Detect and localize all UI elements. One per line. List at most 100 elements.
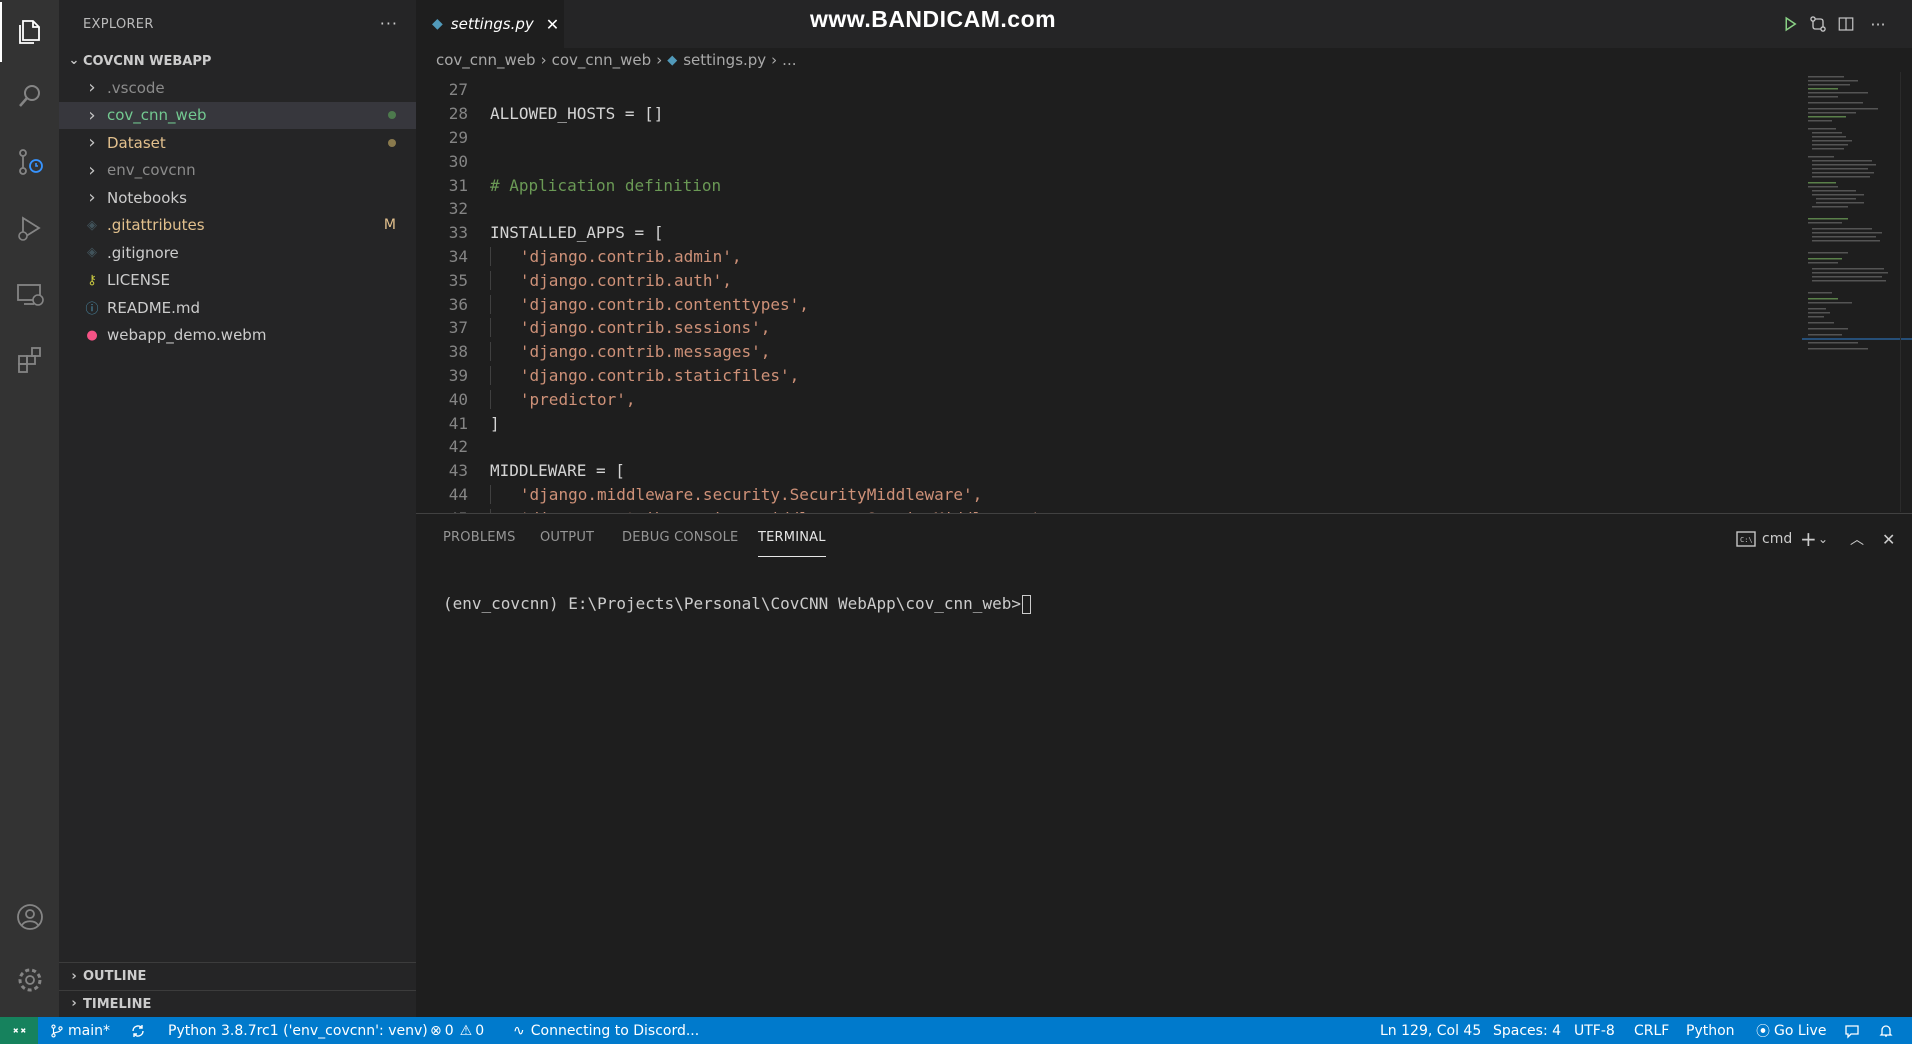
cursor-position[interactable]: Ln 129, Col 45 [1380, 1017, 1481, 1044]
terminal-name: cmd [1762, 531, 1793, 547]
vertical-scrollbar[interactable] [1900, 72, 1912, 512]
more-actions-icon[interactable]: ··· [1866, 12, 1890, 36]
error-count: 0 [444, 1022, 454, 1039]
feedback-icon[interactable] [1844, 1017, 1860, 1044]
line-number: 43 [448, 461, 468, 481]
split-editor-icon[interactable] [1834, 12, 1858, 36]
new-terminal-icon[interactable]: + [1800, 527, 1817, 551]
error-icon: ⊗ [430, 1022, 442, 1039]
tree-file[interactable]: ⓘ README.md [59, 294, 416, 322]
line-content: 'predictor', [468, 389, 636, 409]
tree-file[interactable]: ◈ .gitattributes M [59, 212, 416, 240]
branch-indicator[interactable]: main* [50, 1017, 110, 1044]
code-line: 36 'django.contrib.contenttypes', [416, 292, 1746, 316]
svg-text:C:\: C:\ [1740, 536, 1753, 544]
account-icon[interactable] [0, 887, 59, 947]
tree-file[interactable]: ⚷ LICENSE [59, 267, 416, 295]
workspace-header[interactable]: ⌄ COVCNN WEBAPP [59, 48, 416, 74]
open-changes-icon[interactable] [1806, 12, 1830, 36]
chevron-right-icon: › [88, 159, 96, 181]
chevron-right-icon: › [88, 77, 96, 99]
breadcrumb-item[interactable]: cov_cnn_web [552, 51, 652, 69]
line-number: 29 [448, 127, 468, 147]
code-line: 41] [416, 411, 1746, 435]
tab-debug-console[interactable]: DEBUG CONSOLE [622, 530, 738, 545]
outline-section[interactable]: › OUTLINE [59, 962, 416, 990]
branch-name: main* [68, 1022, 110, 1039]
python-file-icon: ◆ [432, 16, 443, 32]
workspace-name: COVCNN WEBAPP [83, 53, 212, 69]
extensions-icon[interactable] [0, 330, 59, 390]
indent-guide [490, 270, 520, 290]
problems-indicator[interactable]: ⊗ 0 ⚠ 0 [430, 1017, 484, 1044]
breadcrumb-item[interactable]: cov_cnn_web [436, 51, 536, 69]
search-icon[interactable] [0, 66, 59, 126]
minimap[interactable] [1788, 72, 1912, 512]
tree-folder[interactable]: › Notebooks [59, 184, 416, 212]
breadcrumb-item[interactable]: settings.py [683, 51, 766, 69]
indentation[interactable]: Spaces: 4 [1493, 1017, 1561, 1044]
tab-settings-py[interactable]: ◆ settings.py ✕ [416, 0, 564, 48]
close-icon[interactable]: ✕ [546, 15, 559, 34]
chevron-right-icon: › [88, 132, 96, 154]
run-python-icon[interactable] [1778, 12, 1802, 36]
line-content: 'django.contrib.auth', [468, 270, 732, 290]
chevron-right-icon: › [656, 51, 663, 69]
close-panel-icon[interactable]: ✕ [1882, 528, 1895, 550]
code-line: 35 'django.contrib.auth', [416, 268, 1746, 292]
line-text: 'predictor', [519, 389, 636, 409]
tree-folder[interactable]: › .vscode [59, 74, 416, 102]
line-content: 'django.contrib.admin', [468, 246, 741, 266]
line-ending[interactable]: CRLF [1634, 1017, 1669, 1044]
code-line: 39 'django.contrib.staticfiles', [416, 364, 1746, 388]
line-number: 37 [448, 318, 468, 338]
line-content: MIDDLEWARE = [ [468, 461, 625, 480]
terminal-output[interactable]: (env_covcnn) E:\Projects\Personal\CovCNN… [443, 594, 1031, 614]
terminal-selector[interactable]: C:\ cmd [1736, 528, 1792, 550]
remote-indicator-icon[interactable] [0, 1017, 38, 1044]
tree-folder[interactable]: › Dataset [59, 129, 416, 157]
tree-item-label: .gitattributes [107, 216, 205, 235]
encoding[interactable]: UTF-8 [1574, 1017, 1615, 1044]
discord-status[interactable]: ∿ Connecting to Discord... [513, 1017, 699, 1044]
source-control-icon[interactable] [0, 132, 59, 192]
code-editor[interactable]: 27 28 ALLOWED_HOSTS = [] 29 30 31 # Applicatio… [416, 78, 1746, 513]
tab-label: settings.py [450, 15, 534, 33]
editor-tab-bar: ◆ settings.py ✕ www.BANDICAM.com ··· [416, 0, 1912, 48]
line-text: 'django.contrib.sessions', [519, 318, 771, 338]
line-number: 27 [448, 80, 468, 100]
language-mode[interactable]: Python [1686, 1017, 1735, 1044]
line-content: # Application definition [468, 176, 721, 195]
tree-folder[interactable]: › cov_cnn_web [59, 101, 416, 129]
maximize-panel-icon[interactable]: ︿ [1850, 528, 1864, 550]
files-icon[interactable] [0, 2, 59, 62]
terminal-prompt: (env_covcnn) E:\Projects\Personal\CovCNN… [443, 594, 1021, 613]
warning-count: 0 [475, 1022, 485, 1039]
tab-terminal[interactable]: TERMINAL [758, 530, 826, 545]
line-text: 'django.contrib.messages', [519, 342, 771, 362]
tree-folder[interactable]: › env_covcnn [59, 157, 416, 185]
run-debug-icon[interactable] [0, 198, 59, 258]
python-interpreter[interactable]: Python 3.8.7rc1 ('env_covcnn': venv) [168, 1017, 428, 1044]
tree-file[interactable]: ◈ .gitignore [59, 239, 416, 267]
tab-output[interactable]: OUTPUT [540, 530, 594, 545]
remote-explorer-icon[interactable] [0, 264, 59, 324]
editor-area: ◆ settings.py ✕ www.BANDICAM.com ··· cov… [416, 0, 1912, 513]
pulse-icon: ∿ [513, 1022, 525, 1039]
code-line: 29 [416, 126, 1746, 150]
line-number: 30 [448, 151, 468, 171]
line-number: 31 [448, 175, 468, 195]
go-live-label: Go Live [1774, 1022, 1827, 1039]
settings-gear-icon[interactable] [0, 950, 59, 1010]
breadcrumb-item[interactable]: ... [782, 51, 796, 69]
tree-file[interactable]: ● webapp_demo.webm [59, 322, 416, 350]
timeline-section[interactable]: › TIMELINE [59, 990, 416, 1017]
tab-problems[interactable]: PROBLEMS [443, 530, 516, 545]
notifications-icon[interactable] [1878, 1017, 1894, 1044]
license-icon: ⚷ [87, 272, 97, 288]
chevron-down-icon[interactable]: ⌄ [1818, 528, 1828, 550]
sync-icon[interactable] [130, 1017, 146, 1044]
line-content: INSTALLED_APPS = [ [468, 223, 663, 242]
go-live-button[interactable]: ⦿ Go Live [1756, 1017, 1826, 1044]
more-actions-icon[interactable]: ··· [380, 14, 398, 33]
